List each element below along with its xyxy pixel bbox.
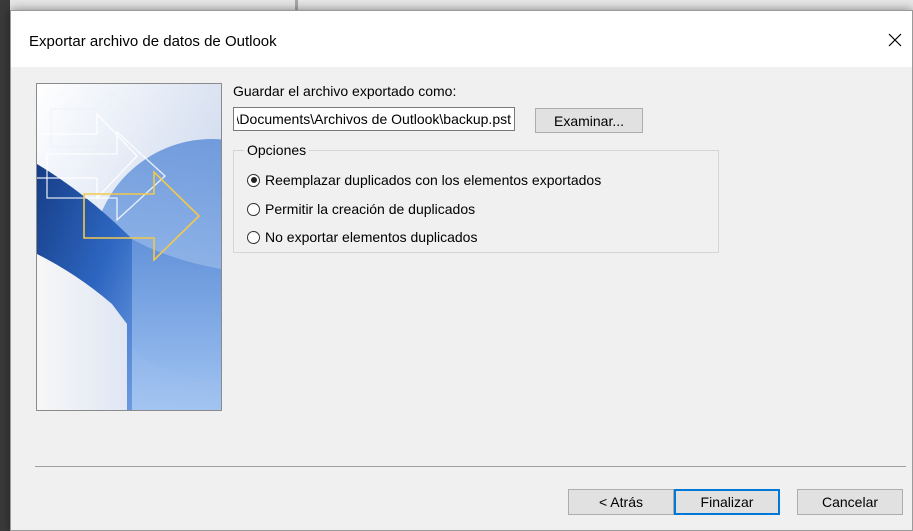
options-legend: Opciones <box>244 142 310 158</box>
footer-separator <box>35 466 906 467</box>
radio-replace-duplicates[interactable]: Reemplazar duplicados con los elementos … <box>247 172 601 188</box>
radio-label: No exportar elementos duplicados <box>265 229 478 245</box>
title-bar: Exportar archivo de datos de Outlook <box>11 11 912 67</box>
radio-button-checked[interactable] <box>247 173 260 187</box>
save-as-label: Guardar el archivo exportado como: <box>233 83 457 99</box>
radio-label: Permitir la creación de duplicados <box>265 201 476 217</box>
radio-button[interactable] <box>247 202 260 216</box>
export-dialog: Exportar archivo de datos de Outlook Gua… <box>10 10 913 531</box>
close-icon <box>888 33 902 47</box>
radio-no-export-duplicates[interactable]: No exportar elementos duplicados <box>247 229 477 245</box>
cancel-button[interactable]: Cancelar <box>797 489 903 515</box>
radio-label: Reemplazar duplicados con los elementos … <box>265 172 602 188</box>
back-button[interactable]: < Atrás <box>568 489 674 515</box>
radio-button[interactable] <box>247 230 260 244</box>
browse-button[interactable]: Examinar... <box>535 108 643 133</box>
export-path-input[interactable] <box>233 107 515 131</box>
wizard-side-image <box>36 83 222 411</box>
background-window-edge <box>0 0 10 531</box>
close-button[interactable] <box>880 25 910 55</box>
finish-button[interactable]: Finalizar <box>674 489 780 515</box>
dialog-title: Exportar archivo de datos de Outlook <box>29 33 277 50</box>
options-group: Opciones Reemplazar duplicados con los e… <box>233 142 719 253</box>
radio-allow-duplicates[interactable]: Permitir la creación de duplicados <box>247 201 475 217</box>
